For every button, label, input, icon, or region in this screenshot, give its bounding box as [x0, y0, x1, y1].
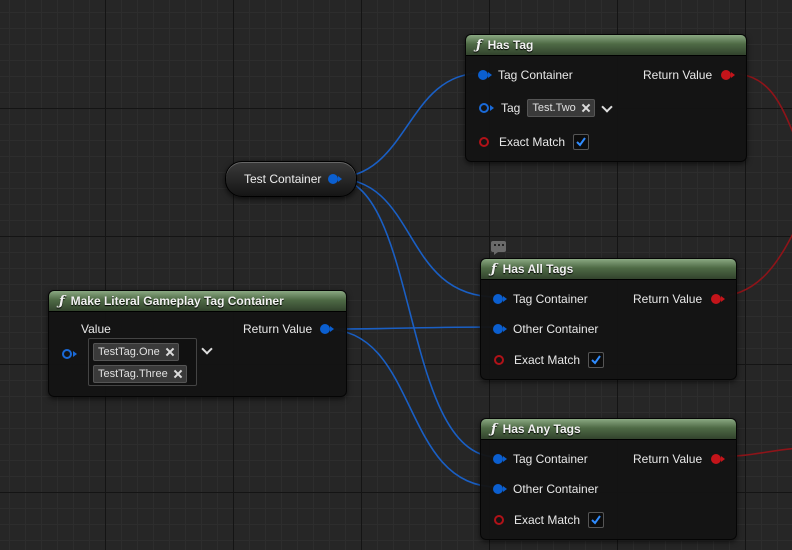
tag-list-box: TestTag.One TestTag.Three: [88, 338, 197, 386]
remove-tag-icon[interactable]: [582, 104, 590, 112]
return-value-label: Return Value: [643, 68, 713, 82]
other-container-pin[interactable]: [493, 484, 507, 494]
tag-input-pin[interactable]: [479, 103, 494, 113]
tag-container-pin[interactable]: [493, 294, 507, 304]
node-header: ƒ Has Any Tags: [481, 419, 736, 440]
variable-label: Test Container: [244, 172, 322, 186]
wire-test-container-to-has-tag: [332, 72, 483, 179]
chevron-down-icon[interactable]: [601, 100, 613, 113]
other-container-pin[interactable]: [493, 324, 507, 334]
tag-chip[interactable]: Test.Two: [527, 99, 595, 117]
node-title: Make Literal Gameplay Tag Container: [70, 294, 284, 308]
function-icon: ƒ: [59, 293, 65, 309]
function-icon: ƒ: [476, 37, 482, 53]
exact-match-pin[interactable]: [479, 137, 489, 147]
function-icon: ƒ: [491, 421, 497, 437]
other-container-label: Other Container: [513, 482, 599, 496]
checkmark-icon: [591, 355, 601, 365]
tag-chip[interactable]: TestTag.One: [93, 343, 179, 361]
wire-literal-to-has-all-other: [324, 326, 498, 330]
tag-container-label: Tag Container: [513, 452, 588, 466]
node-has-any-tags[interactable]: ƒ Has Any Tags Tag Container Return Valu…: [480, 418, 737, 540]
checkmark-icon: [576, 137, 586, 147]
exact-match-label: Exact Match: [514, 353, 581, 367]
tag-chip[interactable]: TestTag.Three: [93, 365, 187, 383]
tag-chip-label: TestTag.One: [98, 346, 160, 358]
tag-chip-label: TestTag.Three: [98, 368, 168, 380]
exact-match-label: Exact Match: [514, 513, 581, 527]
chevron-down-icon[interactable]: [201, 343, 213, 355]
tag-container-pin[interactable]: [478, 70, 492, 80]
comment-bubble-icon[interactable]: [491, 241, 506, 255]
exact-match-pin[interactable]: [494, 355, 504, 365]
node-header: ƒ Has Tag: [466, 35, 746, 56]
value-label: Value: [81, 322, 111, 336]
return-value-pin[interactable]: [711, 454, 726, 464]
checkmark-icon: [591, 515, 601, 525]
tag-container-pin[interactable]: [493, 454, 507, 464]
exact-match-label: Exact Match: [499, 135, 566, 149]
return-value-pin[interactable]: [721, 70, 736, 80]
variable-output-pin[interactable]: [328, 174, 342, 184]
exact-match-checkbox[interactable]: [573, 134, 590, 150]
return-value-label: Return Value: [633, 292, 703, 306]
exact-match-checkbox[interactable]: [588, 352, 605, 368]
node-make-literal-tag-container[interactable]: ƒ Make Literal Gameplay Tag Container Va…: [48, 290, 347, 397]
return-value-pin[interactable]: [320, 324, 335, 334]
node-title: Has Tag: [487, 38, 534, 52]
return-value-label: Return Value: [243, 322, 313, 336]
node-header: ƒ Make Literal Gameplay Tag Container: [49, 291, 346, 312]
wire-literal-to-has-any-other: [324, 328, 498, 488]
variable-node-test-container[interactable]: Test Container: [225, 161, 357, 197]
wire-test-container-to-has-any: [332, 177, 498, 458]
return-value-label: Return Value: [633, 452, 703, 466]
value-input-pin[interactable]: [62, 349, 77, 359]
wire-test-container-to-has-all: [332, 177, 498, 298]
remove-tag-icon[interactable]: [166, 348, 174, 356]
exact-match-checkbox[interactable]: [588, 512, 605, 528]
function-icon: ƒ: [491, 261, 497, 277]
remove-tag-icon[interactable]: [174, 370, 182, 378]
node-has-all-tags[interactable]: ƒ Has All Tags Tag Container Return Valu…: [480, 258, 737, 380]
exact-match-pin[interactable]: [494, 515, 504, 525]
tag-container-label: Tag Container: [498, 68, 573, 82]
node-has-tag[interactable]: ƒ Has Tag Tag Container Return Value Tag…: [465, 34, 747, 162]
node-header: ƒ Has All Tags: [481, 259, 736, 280]
tag-chip-label: Test.Two: [532, 102, 576, 114]
other-container-label: Other Container: [513, 322, 599, 336]
return-value-pin[interactable]: [711, 294, 726, 304]
tag-label: Tag: [501, 101, 521, 115]
node-title: Has Any Tags: [502, 422, 581, 436]
node-title: Has All Tags: [502, 262, 574, 276]
tag-container-label: Tag Container: [513, 292, 588, 306]
